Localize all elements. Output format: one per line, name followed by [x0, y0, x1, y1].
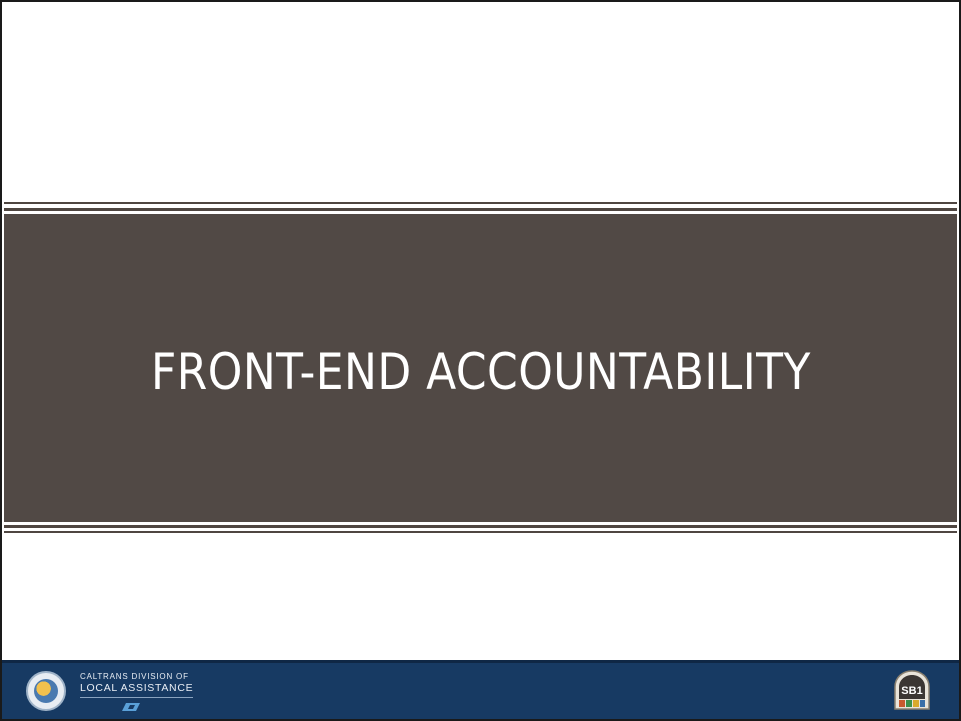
state-seal-icon: [26, 671, 66, 711]
sb1-badge-text: SB1: [901, 685, 922, 697]
caltrans-logo-icon: [122, 703, 140, 711]
division-line1: CALTRANS DIVISION OF: [80, 672, 189, 681]
footer-bar: CALTRANS DIVISION OF LOCAL ASSISTANCE SB…: [2, 660, 959, 719]
band-bottom-rule-outer: [4, 531, 957, 533]
sb1-shield-icon: SB1: [894, 670, 930, 710]
band-bottom-rule-inner: [4, 525, 957, 528]
division-label: CALTRANS DIVISION OF LOCAL ASSISTANCE: [80, 672, 194, 698]
slide: FRONT-END ACCOUNTABILITY CALTRANS DIVISI…: [0, 0, 961, 721]
band-top-rule-outer: [4, 202, 957, 204]
slide-title: FRONT-END ACCOUNTABILITY: [150, 343, 811, 401]
title-band: FRONT-END ACCOUNTABILITY: [4, 214, 957, 522]
band-top-rule-inner: [4, 208, 957, 211]
division-line2: LOCAL ASSISTANCE: [80, 682, 194, 698]
